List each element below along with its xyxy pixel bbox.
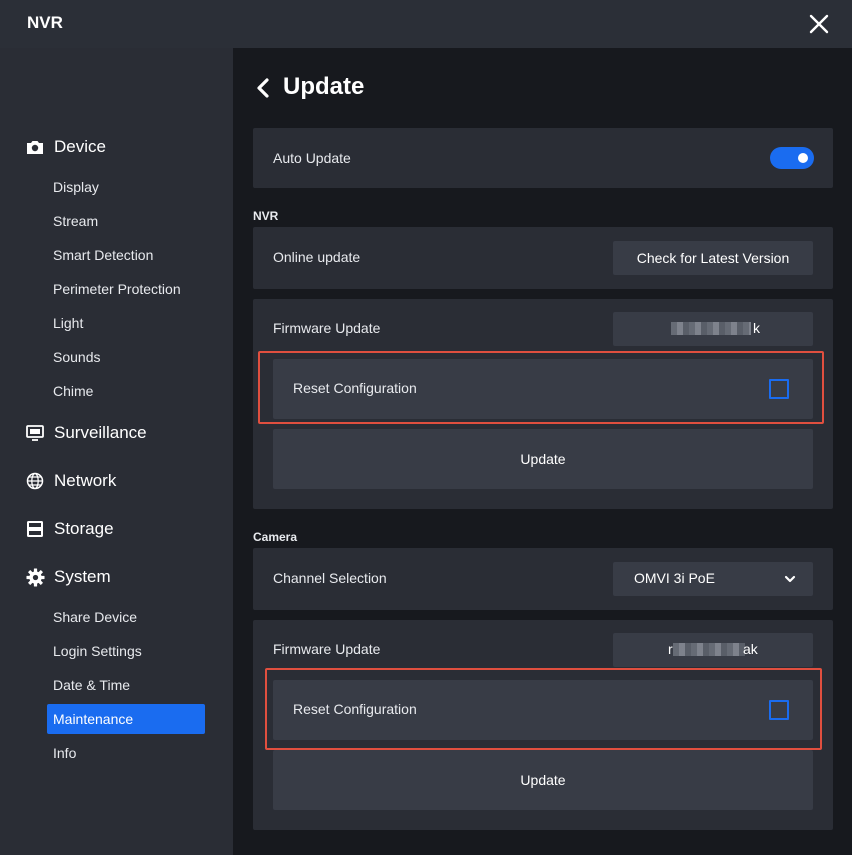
sidebar-group-label: Storage: [54, 519, 114, 538]
sidebar-item-info[interactable]: Info: [47, 738, 205, 768]
redacted-filename: [671, 322, 751, 335]
auto-update-toggle[interactable]: [770, 147, 814, 169]
sidebar-item-date-time[interactable]: Date & Time: [47, 670, 205, 700]
chevron-down-icon: [784, 575, 796, 583]
sidebar-group-label: Device: [54, 137, 106, 156]
page-title: Update: [283, 73, 365, 100]
nvr-section-label: NVR: [253, 209, 279, 223]
sidebar-item-light[interactable]: Light: [47, 308, 205, 338]
nvr-firmware-label: Firmware Update: [273, 320, 381, 336]
sidebar-item-sounds[interactable]: Sounds: [47, 342, 205, 372]
close-button[interactable]: [806, 11, 832, 37]
sidebar-group-label: Surveillance: [54, 423, 147, 442]
monitor-icon: [25, 423, 45, 443]
channel-selection-label: Channel Selection: [273, 570, 387, 586]
sidebar-item-share-device[interactable]: Share Device: [47, 602, 205, 632]
sidebar-group-system[interactable]: System: [25, 565, 111, 589]
channel-select-value: OMVI 3i PoE: [634, 570, 715, 586]
auto-update-label: Auto Update: [273, 150, 351, 166]
sidebar-group-storage[interactable]: Storage: [25, 517, 114, 541]
sidebar-item-perimeter-protection[interactable]: Perimeter Protection: [47, 274, 205, 304]
camera-firmware-file-field[interactable]: r ak: [613, 633, 813, 667]
sidebar-item-login-settings[interactable]: Login Settings: [47, 636, 205, 666]
sidebar-item-stream[interactable]: Stream: [47, 206, 205, 236]
online-update-label: Online update: [273, 249, 361, 265]
camera-icon: [25, 137, 45, 157]
app-title: NVR: [27, 13, 63, 32]
storage-icon: [25, 519, 45, 539]
title-bar: NVR: [0, 0, 852, 48]
back-button[interactable]: [256, 78, 270, 98]
close-icon: [809, 14, 829, 34]
nvr-reset-highlight-box: [258, 351, 824, 424]
nvr-settings-window: NVR Device Display Stream Smart Detectio…: [0, 0, 852, 855]
chevron-left-icon: [257, 78, 269, 98]
sidebar-group-surveillance[interactable]: Surveillance: [25, 421, 147, 445]
sidebar-group-label: Network: [54, 471, 117, 490]
sidebar-item-maintenance[interactable]: Maintenance: [47, 704, 205, 734]
sidebar-item-chime[interactable]: Chime: [47, 376, 205, 406]
sidebar-group-label: System: [54, 567, 111, 586]
redacted-filename: [673, 643, 745, 656]
camera-firmware-label: Firmware Update: [273, 641, 381, 657]
sidebar-group-device[interactable]: Device: [25, 135, 106, 159]
camera-section-label: Camera: [253, 530, 298, 544]
gear-icon: [25, 567, 45, 587]
nvr-firmware-file-tail: k: [753, 320, 760, 336]
toggle-knob: [798, 153, 808, 163]
globe-icon: [25, 471, 45, 491]
camera-firmware-file-tail: ak: [743, 641, 758, 657]
camera-firmware-file-head: r: [668, 641, 673, 657]
nvr-update-button[interactable]: Update: [273, 429, 813, 489]
camera-reset-highlight-box: [265, 668, 822, 750]
camera-update-button[interactable]: Update: [273, 750, 813, 810]
nvr-firmware-file-field[interactable]: k: [613, 312, 813, 346]
check-latest-version-button[interactable]: Check for Latest Version: [613, 241, 813, 275]
sidebar-item-display[interactable]: Display: [47, 172, 205, 202]
sidebar-group-network[interactable]: Network: [25, 469, 116, 493]
sidebar-item-smart-detection[interactable]: Smart Detection: [47, 240, 205, 270]
channel-select[interactable]: OMVI 3i PoE: [613, 562, 813, 596]
